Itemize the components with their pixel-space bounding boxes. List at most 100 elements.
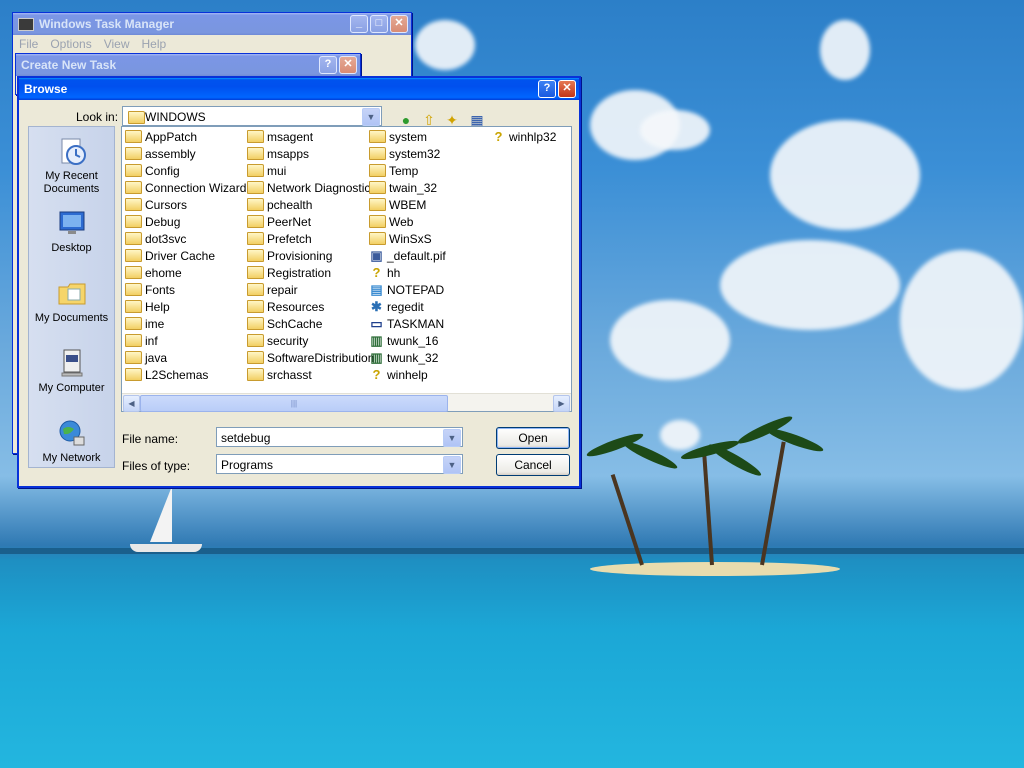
folder-icon [369,232,386,246]
file-list-item[interactable]: Config [125,163,180,180]
file-list-item[interactable]: PeerNet [247,214,311,231]
file-list-item[interactable]: assembly [125,146,196,163]
file-list-item[interactable]: Prefetch [247,231,312,248]
help-button[interactable]: ? [319,56,337,74]
file-list-item[interactable]: ▤ NOTEPAD [369,282,444,299]
notepad-icon: ▤ [370,281,383,297]
close-button[interactable]: ✕ [558,80,576,98]
file-list-item[interactable]: Connection Wizard [125,180,246,197]
file-name: NOTEPAD [387,283,445,297]
file-name: Fonts [145,283,176,297]
file-list-item[interactable]: Help [125,299,170,316]
file-name: Help [145,300,170,314]
close-button[interactable]: ✕ [390,15,408,33]
file-list-item[interactable]: WBEM [369,197,426,214]
file-list-item[interactable]: java [125,350,167,367]
minimize-button[interactable]: _ [350,15,368,33]
cancel-button[interactable]: Cancel [496,454,570,476]
file-list-item[interactable]: Cursors [125,197,187,214]
file-list-item[interactable]: ? winhelp [369,367,428,384]
file-name: inf [145,334,158,348]
place-label: My Documents [34,312,109,324]
menu-file[interactable]: File [13,37,44,51]
folder-icon [247,130,264,144]
file-list-item[interactable]: Network Diagnostic [247,180,370,197]
my-computer-icon [61,349,82,377]
folder-icon [369,215,386,229]
folder-icon [125,181,142,195]
chevron-down-icon[interactable]: ▼ [362,108,380,126]
file-name-input[interactable]: setdebug ▼ [216,427,463,447]
folder-icon [125,334,142,348]
place-my-documents[interactable]: My Documents [29,277,114,325]
horizontal-scrollbar[interactable]: ◀ ||| ▶ [122,393,571,412]
file-list-item[interactable]: Provisioning [247,248,332,265]
file-list-item[interactable]: ime [125,316,164,333]
scroll-right-icon[interactable]: ▶ [553,395,570,412]
place-label: My Network [42,452,101,464]
look-in-dropdown[interactable]: WINDOWS ▼ [122,106,382,126]
file-list-item[interactable]: pchealth [247,197,312,214]
file-type-select[interactable]: Programs ▼ [216,454,463,474]
file-list-item[interactable]: inf [125,333,158,350]
file-list-item[interactable]: dot3svc [125,231,186,248]
scanner-icon: ▥ [370,349,383,365]
scroll-left-icon[interactable]: ◀ [123,395,140,412]
file-name: security [267,334,309,348]
create-new-task-titlebar[interactable]: Create New Task ? ✕ [16,54,360,76]
place-my-computer[interactable]: My Computer [29,347,114,395]
file-list-item[interactable]: ▥ twunk_32 [369,350,438,367]
open-button[interactable]: Open [496,427,570,449]
help-button[interactable]: ? [538,80,556,98]
place-my-network[interactable]: My Network [29,417,114,465]
file-list-item[interactable]: twain_32 [369,180,437,197]
file-list-item[interactable]: msapps [247,146,309,163]
file-list-item[interactable]: ✱ regedit [369,299,424,316]
task-manager-titlebar[interactable]: Windows Task Manager _ □ ✕ [13,13,411,35]
file-list-item[interactable]: SchCache [247,316,322,333]
browse-titlebar[interactable]: Browse ? ✕ [19,78,579,100]
file-list-item[interactable]: ▣ _default.pif [369,248,445,265]
close-button[interactable]: ✕ [339,56,357,74]
file-list-item[interactable]: ▭ TASKMAN [369,316,444,333]
file-list-item[interactable]: Web [369,214,413,231]
file-list-item[interactable]: Debug [125,214,180,231]
file-list-item[interactable]: mui [247,163,286,180]
file-list-item[interactable]: msagent [247,129,313,146]
file-list-item[interactable]: Temp [369,163,418,180]
browse-dialog[interactable]: Browse ? ✕ Look in: WINDOWS ▼ ● ⇧ ✦ ▦ My… [17,76,581,488]
menu-options[interactable]: Options [44,37,97,51]
file-list-item[interactable]: Fonts [125,282,175,299]
folder-icon [247,368,264,382]
file-list-item[interactable]: L2Schemas [125,367,208,384]
file-list-item[interactable]: ? winhlp32 [491,128,557,146]
file-list-item[interactable]: ▥ twunk_16 [369,333,438,350]
file-name-value: setdebug [221,431,271,445]
place-desktop[interactable]: Desktop [29,207,114,255]
file-list-item[interactable]: Driver Cache [125,248,215,265]
file-type-value: Programs [221,458,274,472]
chevron-down-icon[interactable]: ▼ [443,429,461,447]
help-icon: ? [494,128,503,144]
file-list-item[interactable]: security [247,333,308,350]
file-list[interactable]: AppPatch assembly Config Connection Wizard C… [121,126,572,412]
file-list-item[interactable]: AppPatch [125,129,197,146]
file-name: Provisioning [267,249,333,263]
file-list-item[interactable]: Registration [247,265,331,282]
file-name: repair [267,283,298,297]
file-list-item[interactable]: ehome [125,265,182,282]
menu-help[interactable]: Help [136,37,173,51]
scroll-thumb[interactable]: ||| [140,395,448,412]
chevron-down-icon[interactable]: ▼ [443,456,461,474]
file-list-item[interactable]: system [369,129,427,146]
file-list-item[interactable]: srchasst [247,367,312,384]
file-list-item[interactable]: SoftwareDistribution [247,350,374,367]
file-list-item[interactable]: Resources [247,299,324,316]
file-list-item[interactable]: ? hh [369,265,401,282]
place-recent-documents[interactable]: My Recent Documents [29,135,114,196]
file-list-item[interactable]: system32 [369,146,440,163]
maximize-button[interactable]: □ [370,15,388,33]
file-list-item[interactable]: WinSxS [369,231,432,248]
file-list-item[interactable]: repair [247,282,298,299]
menu-view[interactable]: View [98,37,136,51]
